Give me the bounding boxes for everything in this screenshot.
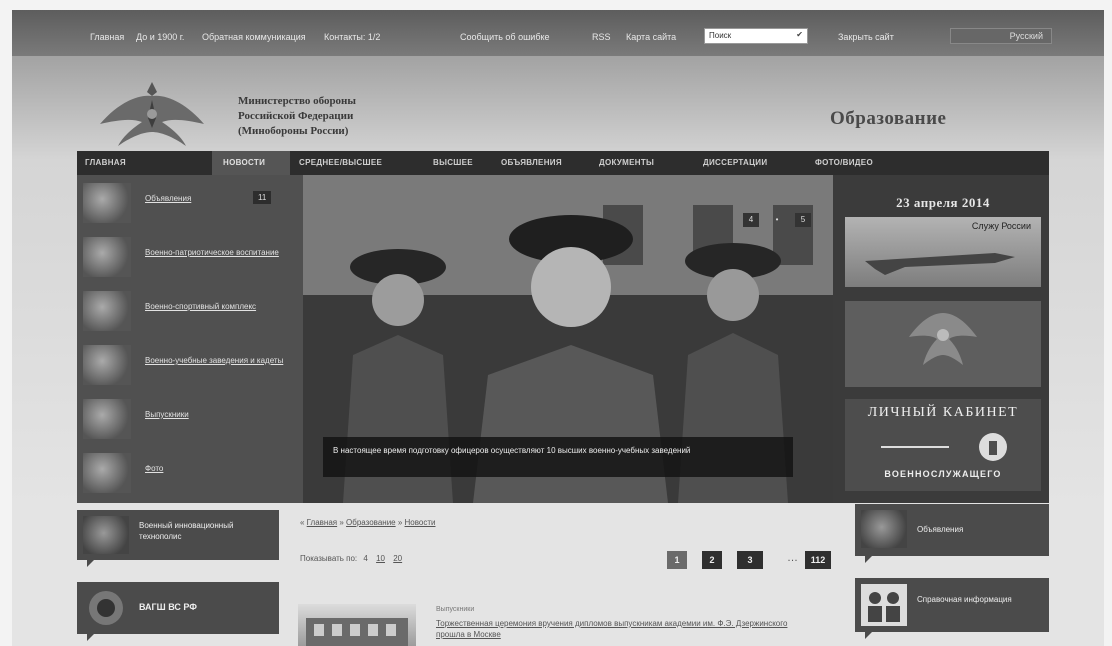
topic-label: Фото [145, 464, 164, 473]
login-link[interactable]: Закрыть сайт [838, 32, 894, 42]
top-link-sitemap[interactable]: Карта сайта [626, 32, 676, 42]
page-button[interactable]: 3 [737, 551, 763, 569]
language-select[interactable]: Русский [950, 28, 1052, 44]
top-link-contacts[interactable]: Контакты: 1/2 [324, 32, 380, 42]
search-value: Поиск [709, 31, 732, 40]
topic-label: Военно-спортивный комплекс [145, 302, 257, 311]
top-link-rss[interactable]: RSS [592, 32, 611, 42]
topic-thumbnail [83, 399, 131, 439]
tile-reference-info[interactable]: Справочная информация [855, 578, 1049, 639]
top-link-history[interactable]: До и 1900 г. [136, 32, 184, 42]
org-line-3: (Минобороны России) [238, 125, 349, 137]
top-link-feedback[interactable]: Обратная коммуникация [202, 32, 306, 42]
tile-tail [87, 560, 101, 567]
slider-topic-item[interactable]: Военно-учебные заведения и кадеты [77, 339, 303, 391]
slider-topic-list: Объявления 11 Военно-патриотическое восп… [77, 175, 303, 503]
promo-text: Служу России [971, 221, 1031, 231]
slider-topic-item[interactable]: Выпускники [77, 393, 303, 445]
eagle-emblem-icon [909, 313, 977, 365]
topic-thumbnail [83, 453, 131, 493]
top-bar: Главная До и 1900 г. Обратная коммуникац… [12, 10, 1104, 56]
nav-item-secondary[interactable]: СРЕДНЕЕ/ВЫСШЕЕ [299, 158, 382, 167]
breadcrumb: « Главная » Образование » Новости [300, 518, 436, 527]
nav-item-dissertations[interactable]: ДИССЕРТАЦИИ [703, 158, 767, 167]
slider-topic-item[interactable]: Военно-спортивный комплекс [77, 285, 303, 337]
building-icon [306, 618, 408, 646]
tile-tail [865, 556, 879, 563]
topic-label: Объявления [145, 194, 192, 203]
slider-topic-item[interactable]: Военно-патриотическое воспитание [77, 231, 303, 283]
cabinet-subtitle: ВОЕННОСЛУЖАЩЕГО [884, 469, 1002, 479]
order-emblem-icon [89, 591, 123, 625]
slider-dot[interactable]: • [769, 213, 785, 227]
topic-label: Военно-патриотическое воспитание [145, 248, 279, 257]
tile-announcements[interactable]: Объявления [855, 504, 1049, 563]
nav-item-higher[interactable]: ВЫСШЕЕ [433, 158, 473, 167]
tile-vagsh[interactable]: ВАГШ ВС РФ [77, 582, 279, 641]
feature-slider: Объявления 11 Военно-патриотическое восп… [77, 175, 1049, 503]
news-title[interactable]: Торжественная церемония вручения дипломо… [436, 618, 816, 640]
topic-label: Выпускники [145, 410, 189, 419]
ministry-banner[interactable] [845, 301, 1041, 387]
topic-badge: 11 [253, 191, 272, 204]
topic-thumbnail [83, 291, 131, 331]
news-thumbnail[interactable] [298, 604, 416, 646]
nav-item-photo-video[interactable]: ФОТО/ВИДЕО [815, 158, 873, 167]
cabinet-key-icon [881, 433, 1007, 461]
tile-innovation-technopolis[interactable]: Военный инновационный технополис [77, 510, 279, 567]
promo-banner[interactable]: Служу России [845, 217, 1041, 287]
per-page-option[interactable]: 10 [376, 554, 385, 563]
tile-thumbnail [861, 510, 907, 548]
slider-next-button[interactable]: 5 [795, 213, 811, 227]
page-button-current[interactable]: 1 [667, 551, 687, 569]
topic-thumbnail [83, 183, 131, 223]
slider-caption: В настоящее время подготовку офицеров ос… [323, 437, 793, 477]
slider-prev-button[interactable]: 4 [743, 213, 759, 227]
breadcrumb-education[interactable]: Образование [346, 518, 396, 527]
top-link-home[interactable]: Главная [90, 32, 124, 42]
per-page-option[interactable]: 20 [393, 554, 402, 563]
organization-name: Министерство обороны Российской Федераци… [238, 94, 498, 139]
page-button-last[interactable]: 112 [805, 551, 831, 569]
per-page-label: Показывать по: [300, 554, 358, 563]
search-go-icon[interactable]: ✔ [796, 30, 803, 39]
topic-thumbnail [83, 345, 131, 385]
page: Главная До и 1900 г. Обратная коммуникац… [12, 10, 1104, 646]
page-ellipsis: … [787, 552, 798, 564]
personal-cabinet-banner[interactable]: ЛИЧНЫЙ КАБИНЕТ ВОЕННОСЛУЖАЩЕГО [845, 399, 1041, 491]
top-link-report-error[interactable]: Сообщить об ошибке [460, 32, 550, 42]
tile-tail [865, 632, 879, 639]
tile-label: ВАГШ ВС РФ [139, 602, 197, 612]
slider-right-column: 23 апреля 2014 Служу России ЛИЧНЫЙ КАБИН… [845, 195, 1041, 495]
nav-item-news[interactable]: НОВОСТИ [223, 158, 265, 167]
tile-label: Справочная информация [917, 595, 1012, 604]
people-icon [861, 584, 907, 626]
topic-thumbnail [83, 237, 131, 277]
breadcrumb-news[interactable]: Новости [405, 518, 436, 527]
main-nav: ГЛАВНАЯ НОВОСТИ СРЕДНЕЕ/ВЫСШЕЕ ВЫСШЕЕ ОБ… [77, 151, 1049, 175]
slider-topic-item[interactable]: Фото [77, 447, 303, 499]
nav-item-announcements[interactable]: ОБЪЯВЛЕНИЯ [501, 158, 562, 167]
search-input[interactable]: Поиск ✔ [704, 28, 808, 44]
page-button[interactable]: 2 [702, 551, 722, 569]
tile-thumbnail [83, 516, 129, 554]
org-line-2: Российской Федерации [238, 110, 354, 122]
per-page-option[interactable]: 4 [363, 554, 367, 563]
per-page-selector: Показывать по: 4 10 20 [300, 554, 402, 563]
eagle-emblem-icon [100, 82, 204, 146]
slider-photo[interactable]: 4 • 5 В настоящее время подготовку офице… [303, 175, 833, 503]
slider-topic-item[interactable]: Объявления 11 [77, 177, 303, 229]
tile-label: Объявления [917, 525, 964, 534]
current-date: 23 апреля 2014 [896, 195, 990, 210]
nav-item-documents[interactable]: ДОКУМЕНТЫ [599, 158, 654, 167]
org-line-1: Министерство обороны [238, 95, 356, 107]
nav-item-home[interactable]: ГЛАВНАЯ [85, 158, 126, 167]
news-category[interactable]: Выпускники [436, 606, 474, 613]
breadcrumb-home[interactable]: Главная [307, 518, 337, 527]
topic-label: Военно-учебные заведения и кадеты [145, 356, 284, 365]
section-title: Образование [830, 108, 947, 129]
tile-label: Военный инновационный технополис [139, 521, 234, 541]
tile-tail [87, 634, 101, 641]
cabinet-title: ЛИЧНЫЙ КАБИНЕТ [867, 405, 1019, 420]
